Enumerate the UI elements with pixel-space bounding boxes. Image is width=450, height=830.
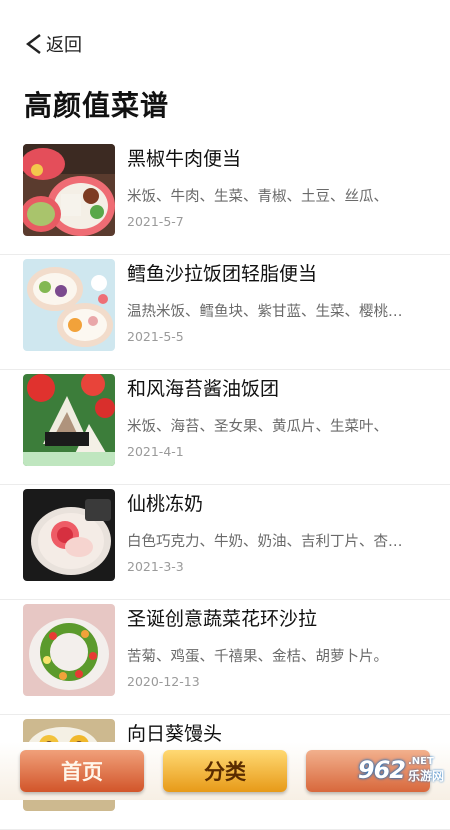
recipe-item[interactable]: 鳕鱼沙拉饭团轻脂便当 温热米饭、鳕鱼块、紫甘蓝、生菜、樱桃… 2021-5-5 — [0, 255, 450, 370]
watermark: 962 .NET 乐游网 — [358, 756, 444, 784]
recipe-date: 2021-5-5 — [127, 329, 184, 344]
back-button[interactable]: 返回 — [22, 30, 82, 58]
tab-home[interactable]: 首页 — [20, 750, 144, 792]
recipe-date: 2021-3-3 — [127, 559, 184, 574]
watermark-text: 乐游网 — [407, 769, 444, 783]
watermark-logo: 962 — [357, 756, 406, 784]
recipe-item[interactable]: 黑椒牛肉便当 米饭、牛肉、生菜、青椒、土豆、丝瓜、 2021-5-7 — [0, 140, 450, 255]
recipe-ingredients: 白色巧克力、牛奶、奶油、吉利丁片、杏… — [127, 534, 403, 550]
recipe-date: 2021-5-7 — [127, 214, 184, 229]
recipe-title: 黑椒牛肉便当 — [127, 148, 242, 170]
recipe-date: 2021-4-1 — [127, 444, 184, 459]
recipe-date: 2020-12-13 — [127, 674, 200, 689]
recipe-ingredients: 温热米饭、鳕鱼块、紫甘蓝、生菜、樱桃… — [127, 304, 403, 320]
recipe-thumbnail — [23, 489, 115, 581]
back-label: 返回 — [46, 35, 82, 56]
recipe-ingredients: 米饭、牛肉、生菜、青椒、土豆、丝瓜、 — [127, 189, 388, 205]
recipe-ingredients: 苦菊、鸡蛋、千禧果、金桔、胡萝卜片。 — [127, 649, 388, 665]
recipe-thumbnail — [23, 374, 115, 466]
recipe-item[interactable]: 圣诞创意蔬菜花环沙拉 苦菊、鸡蛋、千禧果、金桔、胡萝卜片。 2020-12-13 — [0, 600, 450, 715]
recipe-thumbnail — [23, 604, 115, 696]
tab-category[interactable]: 分类 — [163, 750, 287, 792]
chevron-left-icon — [26, 34, 41, 54]
recipe-item[interactable]: 仙桃冻奶 白色巧克力、牛奶、奶油、吉利丁片、杏… 2021-3-3 — [0, 485, 450, 600]
recipe-title: 鳕鱼沙拉饭团轻脂便当 — [127, 263, 318, 285]
recipe-thumbnail — [23, 144, 115, 236]
recipe-title: 和风海苔酱油饭团 — [127, 378, 280, 400]
page-title: 高颜值菜谱 — [24, 89, 170, 122]
recipe-item[interactable]: 和风海苔酱油饭团 米饭、海苔、圣女果、黄瓜片、生菜叶、 2021-4-1 — [0, 370, 450, 485]
recipe-ingredients: 米饭、海苔、圣女果、黄瓜片、生菜叶、 — [127, 419, 388, 435]
recipe-list: 黑椒牛肉便当 米饭、牛肉、生菜、青椒、土豆、丝瓜、 2021-5-7 鳕鱼沙拉饭… — [0, 140, 450, 830]
recipe-title: 仙桃冻奶 — [127, 493, 204, 515]
watermark-net: .NET — [407, 756, 434, 767]
recipe-thumbnail — [23, 259, 115, 351]
recipe-title: 圣诞创意蔬菜花环沙拉 — [127, 608, 318, 630]
